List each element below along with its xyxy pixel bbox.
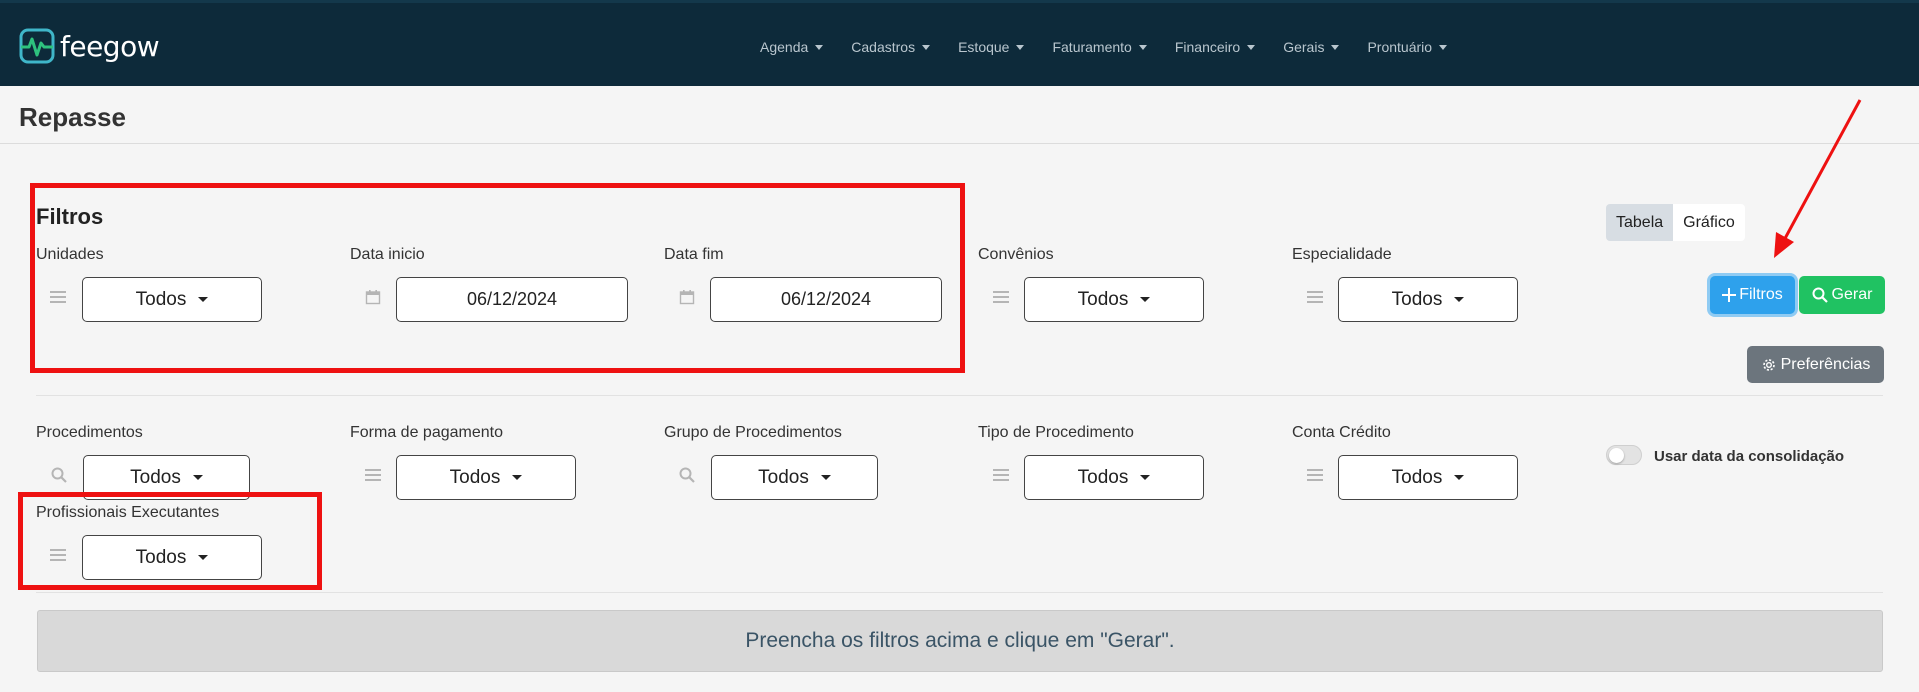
annotation-arrow-icon	[1774, 99, 1862, 258]
